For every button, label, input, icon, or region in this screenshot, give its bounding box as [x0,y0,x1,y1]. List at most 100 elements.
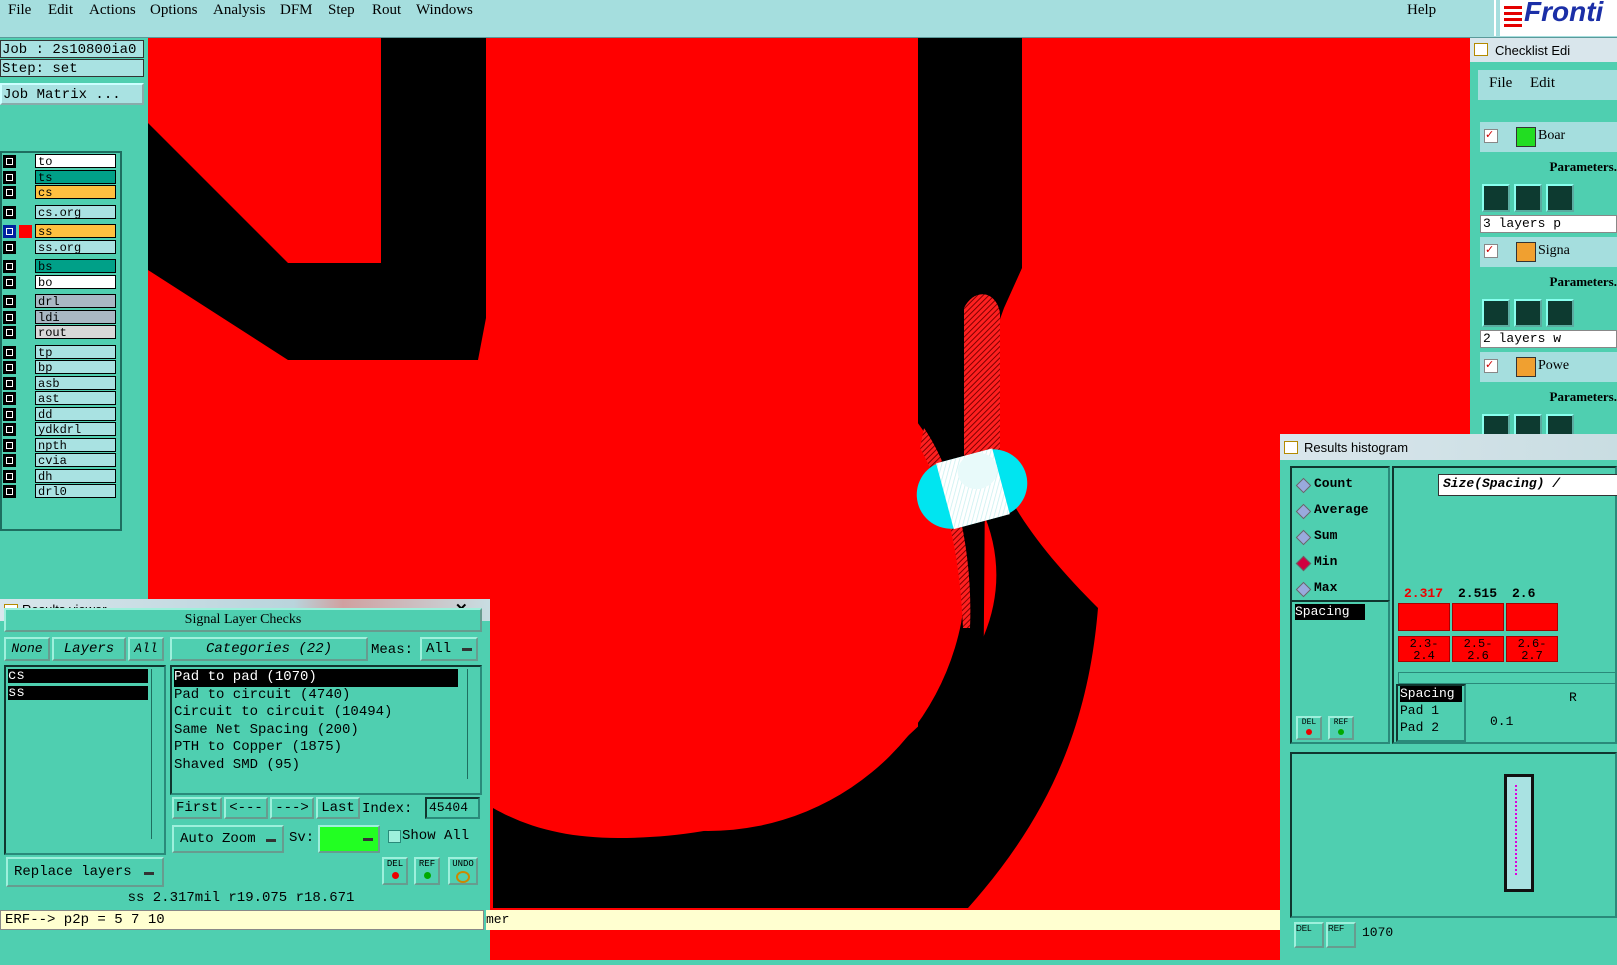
layer-name[interactable]: ydkdrl [35,422,116,437]
detail-item[interactable]: Pad 1 [1400,703,1439,719]
layer-row-ldi[interactable]: ldi [2,309,116,325]
undo-button[interactable]: UNDO [448,857,478,885]
layer-name[interactable]: to [35,154,116,169]
mode-label[interactable]: Average [1314,502,1369,517]
sv-color-dropdown[interactable] [318,825,380,853]
layer-name[interactable]: drl0 [35,484,116,499]
layer-name[interactable]: bs [35,259,116,274]
layer-name[interactable]: dh [35,468,116,484]
signal-layer-checks-header[interactable]: Signal Layer Checks [4,608,482,632]
layer-checkbox[interactable] [3,240,16,254]
checklist-item-header[interactable]: ✓ Powe [1480,352,1617,382]
categories-button[interactable]: Categories (22) [170,637,368,661]
parameters-button[interactable]: Parameters. [1480,384,1617,410]
menu-actions[interactable]: Actions [89,2,136,19]
all-layers-button[interactable]: All [128,637,164,661]
checklist-menu-file[interactable]: File [1489,75,1512,92]
ref-button[interactable]: REF [414,857,440,885]
layer-row-dh[interactable]: dh [2,468,116,484]
menu-windows[interactable]: Windows [416,2,473,19]
bottom-del-button[interactable]: DEL [1294,922,1324,948]
layer-checkbox[interactable] [3,186,16,199]
layer-row-ss-org[interactable]: ss.org [2,239,116,255]
auto-zoom-dropdown[interactable]: Auto Zoom [172,825,284,853]
prev-button[interactable]: <--- [224,797,268,819]
command-line[interactable]: ERF--> p2p = 5 7 10 [0,910,484,930]
layer-row-dd[interactable]: dd [2,406,116,422]
parameters-button[interactable]: Parameters. [1480,269,1617,295]
histogram-bar[interactable] [1398,603,1450,631]
layer-checkbox[interactable] [3,310,16,324]
layer-checkbox[interactable] [3,454,16,467]
layer-row-drl0[interactable]: drl0 [2,484,116,499]
category-list[interactable]: Pad to pad (1070) Pad to circuit (4740) … [170,665,482,795]
layer-row-bs[interactable]: bs [2,259,116,274]
layers-button[interactable]: Layers [52,637,126,661]
layer-row-bo[interactable]: bo [2,274,116,290]
layer-checkbox[interactable] [3,361,16,374]
layer-checkbox[interactable] [3,326,16,339]
ref-button[interactable]: REF [1328,716,1354,740]
layer-name[interactable]: bp [35,360,116,375]
radio-min[interactable] [1295,555,1312,572]
layer-checkbox[interactable] [3,155,16,168]
layer-checkbox[interactable] [3,225,16,238]
layer-checkbox[interactable] [3,275,16,289]
layer-row-drl[interactable]: drl [2,294,116,309]
result-layer-item[interactable]: cs [8,669,148,683]
layer-name[interactable]: ldi [35,309,116,325]
check-icon[interactable]: ✓ [1484,129,1498,143]
layer-row-bp[interactable]: bp [2,360,116,375]
category-item[interactable]: Pad to pad (1070) [174,669,458,687]
layer-row-tp[interactable]: tp [2,344,116,360]
layer-name[interactable]: bo [35,274,116,290]
checklist-item-header[interactable]: ✓ Boar [1480,122,1617,152]
detail-item[interactable]: Pad 2 [1400,720,1439,736]
parameters-button[interactable]: Parameters. [1480,154,1617,180]
del-button[interactable]: DEL [382,857,408,885]
layer-checkbox[interactable] [3,423,16,436]
layer-name[interactable]: drl [35,294,116,309]
layer-row-rout[interactable]: rout [2,325,116,340]
show-all-checkbox[interactable] [388,830,401,843]
checklist-menu-edit[interactable]: Edit [1530,75,1555,92]
layer-checkbox[interactable] [3,295,16,308]
layer-checkbox[interactable] [3,469,16,483]
layer-results-list[interactable]: cs ss [4,665,166,855]
checklist-titlebar[interactable]: Checklist Edi [1470,38,1617,62]
category-item[interactable]: Circuit to circuit (10494) [174,704,392,722]
layer-name[interactable]: npth [35,437,116,453]
layer-name[interactable]: cs.org [35,204,116,220]
layer-checkbox[interactable] [3,392,16,405]
spacing-item[interactable]: Spacing [1295,604,1365,620]
layer-name[interactable]: dd [35,406,116,422]
mode-label[interactable]: Count [1314,476,1353,491]
histogram-scrollbar[interactable] [1398,672,1617,684]
run-icon[interactable] [1514,184,1542,212]
layer-name[interactable]: tp [35,344,116,360]
layer-row-cvia[interactable]: cvia [2,453,116,468]
radio-sum[interactable] [1295,529,1312,546]
layer-checkbox[interactable] [3,170,16,184]
category-item[interactable]: Shaved SMD (95) [174,757,300,775]
layer-row-asb[interactable]: asb [2,375,116,391]
menu-file[interactable]: File [8,2,31,19]
layer-name[interactable]: asb [35,375,116,391]
checklist-item-header[interactable]: ✓ Signa [1480,237,1617,267]
run-icon[interactable] [1482,184,1510,212]
last-button[interactable]: Last [316,797,360,819]
layer-name[interactable]: ss [35,224,116,239]
layer-row-ss[interactable]: ss [2,224,116,239]
radio-count[interactable] [1295,477,1312,494]
layer-row-ast[interactable]: ast [2,391,116,406]
detail-item[interactable]: Spacing [1400,686,1462,702]
bottom-ref-button[interactable]: REF [1326,922,1356,948]
radio-max[interactable] [1295,581,1312,598]
histogram-item-list[interactable]: Spacing DEL REF [1290,600,1390,744]
layer-checkbox[interactable] [3,407,16,421]
run-icon[interactable] [1546,184,1574,212]
layer-checkbox[interactable] [3,485,16,498]
result-layer-item[interactable]: ss [8,686,148,700]
category-item[interactable]: Same Net Spacing (200) [174,722,359,740]
mode-label[interactable]: Min [1314,554,1337,569]
